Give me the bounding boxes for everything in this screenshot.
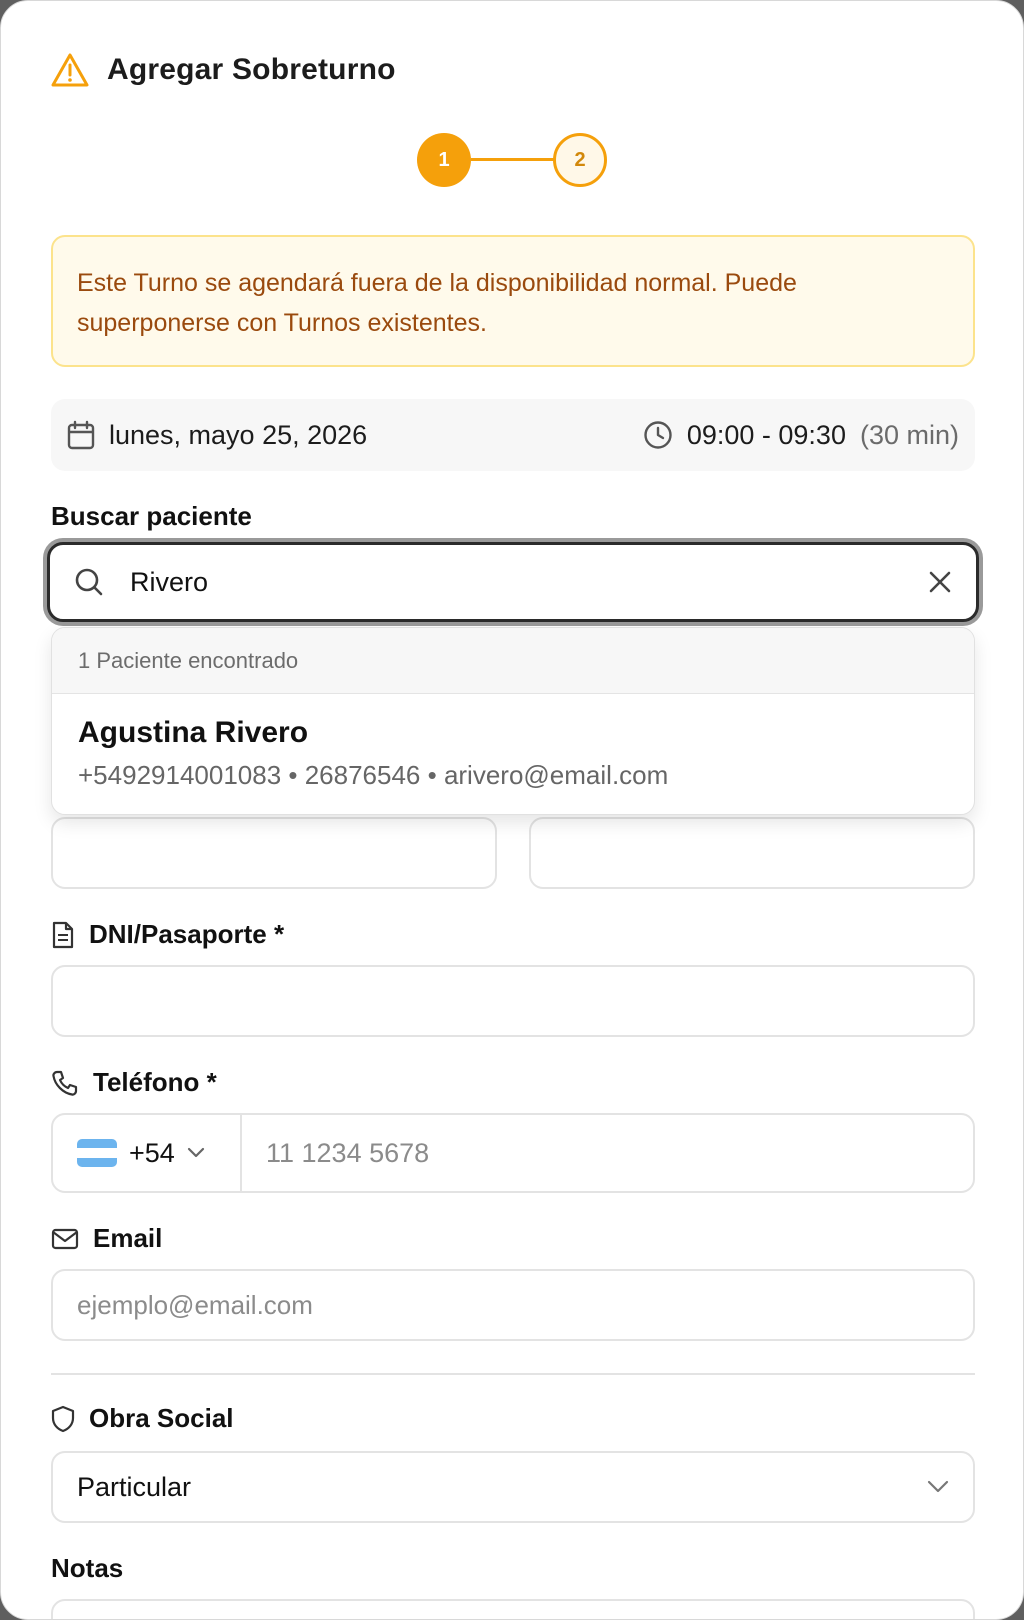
notas-label-text: Notas bbox=[51, 1553, 124, 1583]
obra-social-value: Particular bbox=[77, 1471, 192, 1502]
calendar-icon bbox=[67, 420, 95, 450]
phone-label-text: Teléfono * bbox=[93, 1067, 217, 1097]
email-field[interactable]: ejemplo@email.com bbox=[51, 1269, 975, 1341]
stepper: 1 2 bbox=[417, 133, 609, 187]
phone-label: Teléfono * bbox=[51, 1067, 217, 1098]
appointment-summary: lunes, mayo 25, 2026 09:00 - 09:30 (30 m… bbox=[51, 399, 975, 471]
warning-triangle-icon bbox=[51, 53, 89, 87]
shield-icon bbox=[51, 1405, 75, 1433]
phone-number-input[interactable]: 11 1234 5678 bbox=[242, 1115, 973, 1191]
modal-header: Agregar Sobreturno bbox=[51, 53, 396, 87]
chevron-down-icon bbox=[927, 1480, 949, 1494]
country-code: +54 bbox=[129, 1137, 175, 1168]
dni-label: DNI/Pasaporte * bbox=[51, 919, 284, 950]
step-1: 1 bbox=[417, 133, 471, 187]
modal-title: Agregar Sobreturno bbox=[107, 53, 396, 86]
dni-label-text: DNI/Pasaporte * bbox=[89, 919, 285, 949]
obra-social-label-text: Obra Social bbox=[89, 1403, 234, 1433]
search-query[interactable]: Rivero bbox=[130, 567, 928, 598]
dni-field[interactable] bbox=[51, 965, 975, 1037]
phone-field-group: +54 11 1234 5678 bbox=[51, 1113, 975, 1193]
clear-icon[interactable] bbox=[928, 570, 952, 594]
document-icon bbox=[51, 921, 75, 949]
appointment-date: lunes, mayo 25, 2026 bbox=[109, 419, 368, 450]
country-code-select[interactable]: +54 bbox=[53, 1115, 242, 1191]
result-patient-details: +5492914001083 • 26876546 • arivero@emai… bbox=[78, 760, 669, 790]
obra-social-select[interactable]: Particular bbox=[51, 1451, 975, 1523]
out-of-availability-alert: Este Turno se agendará fuera de la dispo… bbox=[51, 235, 975, 367]
argentina-flag-icon bbox=[77, 1139, 117, 1167]
result-patient-name: Agustina Rivero bbox=[78, 716, 309, 749]
email-label: Email bbox=[51, 1223, 162, 1254]
obra-social-label: Obra Social bbox=[51, 1403, 234, 1434]
appointment-time: 09:00 - 09:30 bbox=[686, 419, 846, 450]
chevron-down-icon bbox=[187, 1147, 205, 1159]
stepper-connector bbox=[471, 158, 555, 161]
notes-textarea[interactable] bbox=[51, 1599, 975, 1619]
mail-icon bbox=[51, 1227, 79, 1251]
search-label-text: Buscar paciente bbox=[51, 501, 252, 531]
add-overbooking-modal: Agregar Sobreturno 1 2 Este Turno se age… bbox=[0, 0, 1024, 1620]
phone-icon bbox=[51, 1069, 79, 1097]
email-placeholder: ejemplo@email.com bbox=[77, 1289, 313, 1320]
appointment-duration: (30 min) bbox=[859, 419, 959, 450]
section-divider bbox=[51, 1373, 975, 1375]
notas-label: Notas bbox=[51, 1553, 123, 1584]
results-count: 1 Paciente encontrado bbox=[52, 628, 974, 694]
search-results-dropdown: 1 Paciente encontrado Agustina Rivero +5… bbox=[51, 627, 975, 815]
search-icon bbox=[74, 567, 104, 597]
last-name-field[interactable] bbox=[529, 817, 975, 889]
search-result-item[interactable]: Agustina Rivero +5492914001083 • 2687654… bbox=[52, 694, 974, 813]
clock-icon bbox=[643, 420, 673, 450]
patient-search-input[interactable]: Rivero bbox=[47, 542, 979, 622]
first-name-field[interactable] bbox=[51, 817, 497, 889]
step-2: 2 bbox=[553, 133, 607, 187]
email-label-text: Email bbox=[93, 1223, 163, 1253]
search-label: Buscar paciente bbox=[51, 501, 252, 532]
